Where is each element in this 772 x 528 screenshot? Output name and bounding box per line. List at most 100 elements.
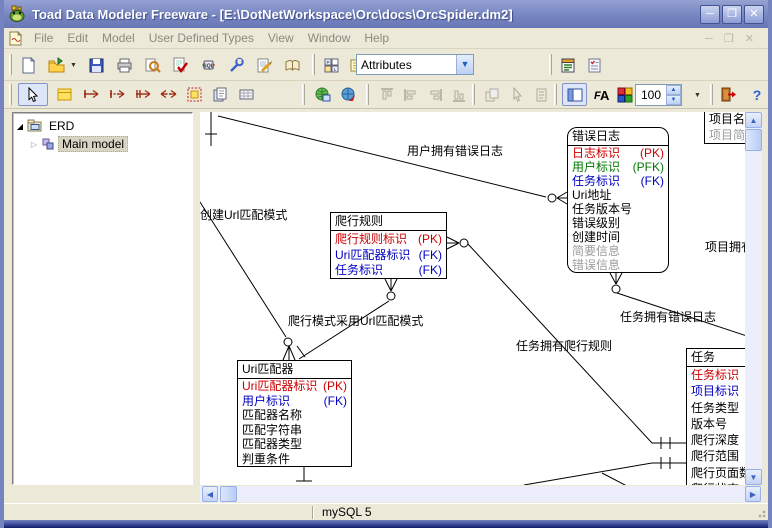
entity-attribute-row[interactable]: 匹配字符串 xyxy=(238,423,351,438)
connector-user-errorlog[interactable] xyxy=(218,116,567,204)
toolbar-gripper[interactable] xyxy=(9,54,12,75)
bring-forward-button[interactable] xyxy=(479,83,504,106)
non-identifying-relationship-tool[interactable] xyxy=(104,83,129,106)
tree-node-main-model[interactable]: ▷ Main model xyxy=(13,135,192,153)
horizontal-scroll-thumb[interactable] xyxy=(220,486,237,502)
entity-attribute-row[interactable]: 任务标识 xyxy=(687,367,745,383)
tree-label-main-model[interactable]: Main model xyxy=(58,136,128,152)
toolbar-gripper[interactable] xyxy=(472,84,475,105)
tree-node-erd[interactable]: ◢ ERD xyxy=(13,117,192,135)
entity-crawl-rule[interactable]: 爬行规则爬行规则标识(PK)Uri匹配器标识(FK)任务标识(FK) xyxy=(330,212,447,279)
expand-arrow-icon[interactable]: ◢ xyxy=(13,122,27,131)
help-book-button[interactable] xyxy=(280,53,305,77)
workspace-button[interactable] xyxy=(310,83,335,106)
menu-window[interactable]: Window xyxy=(301,29,358,47)
entity-attribute-row[interactable]: Uri匹配器标识(FK) xyxy=(331,247,446,263)
combobox-dropdown-button[interactable]: ▼ xyxy=(456,55,473,74)
entity-attribute-row[interactable]: 创建时间 xyxy=(568,230,668,244)
entity-attribute-row[interactable]: 用户标识(PFK) xyxy=(568,160,668,174)
entity-project-partial[interactable]: 项目名称项目简介 xyxy=(704,112,745,144)
vertical-scroll-thumb[interactable] xyxy=(745,129,762,151)
connector-offscreen[interactable] xyxy=(602,473,648,485)
rel-task-errorlog-label[interactable]: 任务拥有错误日志 xyxy=(620,308,716,325)
find-button[interactable] xyxy=(140,53,165,77)
entity-properties-button[interactable] xyxy=(556,53,581,77)
entity-attribute-row[interactable]: 任务标识(FK) xyxy=(331,262,446,278)
connector-task-lower[interactable] xyxy=(524,457,686,485)
paste-layout-button[interactable] xyxy=(529,83,554,106)
entity-attribute-row[interactable]: 匹配器类型 xyxy=(238,437,351,452)
export-html-button[interactable] xyxy=(336,83,361,106)
print-button[interactable] xyxy=(112,53,137,77)
new-model-button[interactable] xyxy=(16,53,41,77)
attribute-types-button[interactable]: P L xyxy=(319,53,344,77)
entity-attribute-row[interactable]: 项目名称 xyxy=(705,112,745,127)
close-button[interactable]: ✕ xyxy=(744,5,764,24)
entity-attribute-row[interactable]: 错误级别 xyxy=(568,216,668,230)
colors-button[interactable] xyxy=(612,83,637,106)
edit-script-button[interactable] xyxy=(252,53,277,77)
zoom-down-button[interactable]: ▼ xyxy=(666,95,681,105)
connector-matcher-bottom[interactable] xyxy=(296,467,312,481)
menu-view[interactable]: View xyxy=(261,29,301,47)
tools-button[interactable] xyxy=(224,53,249,77)
select-tool-button[interactable] xyxy=(18,83,48,106)
entity-attribute-row[interactable]: Uri地址 xyxy=(568,188,668,202)
menu-file[interactable]: File xyxy=(27,29,60,47)
menu-edit[interactable]: Edit xyxy=(60,29,95,47)
toolbar-gripper[interactable] xyxy=(9,84,12,105)
rel-user-errorlog-label[interactable]: 用户拥有错误日志 xyxy=(407,142,503,159)
entity-attribute-row[interactable]: 任务版本号 xyxy=(568,202,668,216)
resize-grip[interactable] xyxy=(754,506,766,518)
connector-create-matcher[interactable] xyxy=(200,202,295,360)
align-bottom-button[interactable] xyxy=(446,83,471,106)
menu-model[interactable]: Model xyxy=(95,29,142,47)
mdi-window-controls[interactable]: ─ ❐ ✕ xyxy=(705,32,764,45)
entity-attribute-row[interactable]: 爬行状态 xyxy=(687,481,745,485)
entity-attribute-row[interactable]: Uri匹配器标识(PK) xyxy=(238,379,351,394)
rel-create-matcher-label[interactable]: 创建Url匹配模式 xyxy=(200,206,287,223)
grid-tool-button[interactable] xyxy=(234,83,259,106)
entity-task[interactable]: 任务任务标识项目标识任务类型版本号爬行深度爬行范围爬行页面数量爬行状态 xyxy=(686,348,745,485)
restore-button[interactable]: ❐ xyxy=(722,5,742,24)
connector-top-left[interactable] xyxy=(205,112,217,146)
entity-attribute-row[interactable]: 爬行范围 xyxy=(687,448,745,464)
mn-relationship-tool[interactable] xyxy=(156,83,181,106)
entity-attribute-row[interactable]: 项目标识 xyxy=(687,383,745,399)
rel-project-task-label[interactable]: 项目拥有任务 xyxy=(705,238,745,255)
toolbar-gripper[interactable] xyxy=(554,84,557,105)
toolbar-gripper[interactable] xyxy=(312,54,315,75)
scroll-left-button[interactable]: ◀ xyxy=(202,486,218,502)
toolbar-gripper[interactable] xyxy=(366,84,369,105)
entity-attribute-row[interactable]: 任务标识(FK) xyxy=(568,174,668,188)
align-left-button[interactable] xyxy=(398,83,423,106)
entity-uri-matcher[interactable]: Uri匹配器Uri匹配器标识(PK)用户标识(FK)匹配器名称匹配字符串匹配器类… xyxy=(237,360,352,467)
scroll-up-button[interactable]: ▲ xyxy=(745,112,762,128)
entity-attribute-row[interactable]: 简要信息 xyxy=(568,244,668,258)
horizontal-scrollbar[interactable]: ◀ ▶ xyxy=(200,486,762,502)
mandatory-relationship-tool[interactable] xyxy=(130,83,155,106)
help-button[interactable]: ? xyxy=(744,83,769,106)
entity-attribute-row[interactable]: 版本号 xyxy=(687,416,745,432)
entity-attribute-row[interactable]: 爬行深度 xyxy=(687,432,745,448)
zoom-up-button[interactable]: ▲ xyxy=(666,85,681,95)
vertical-scrollbar[interactable]: ▲ ▼ xyxy=(745,112,762,485)
open-dropdown-caret[interactable]: ▼ xyxy=(70,62,77,69)
entity-attribute-row[interactable]: 日志标识(PK) xyxy=(568,146,668,160)
entity-attribute-row[interactable]: 错误信息 xyxy=(568,258,668,272)
font-button[interactable]: F A xyxy=(588,83,613,106)
toggle-tree-panel-button[interactable] xyxy=(562,83,587,106)
entity-attribute-row[interactable]: 用户标识(FK) xyxy=(238,394,351,409)
new-entity-tool-button[interactable] xyxy=(52,83,77,106)
verify-model-button[interactable] xyxy=(168,53,193,77)
rel-task-rule-label[interactable]: 任务拥有爬行规则 xyxy=(516,337,612,354)
generate-sql-button[interactable]: SQL xyxy=(196,53,221,77)
zoom-spinbox[interactable]: 100 ▲ ▼ xyxy=(635,84,682,106)
collapse-arrow-icon[interactable]: ▷ xyxy=(27,140,41,149)
entity-attribute-row[interactable]: 匹配器名称 xyxy=(238,408,351,423)
entity-attribute-row[interactable]: 爬行页面数量 xyxy=(687,465,745,481)
menu-help[interactable]: Help xyxy=(357,29,396,47)
view-tool-button[interactable] xyxy=(208,83,233,106)
entity-attribute-row[interactable]: 判重条件 xyxy=(238,452,351,467)
minimize-button[interactable]: ─ xyxy=(700,5,720,24)
